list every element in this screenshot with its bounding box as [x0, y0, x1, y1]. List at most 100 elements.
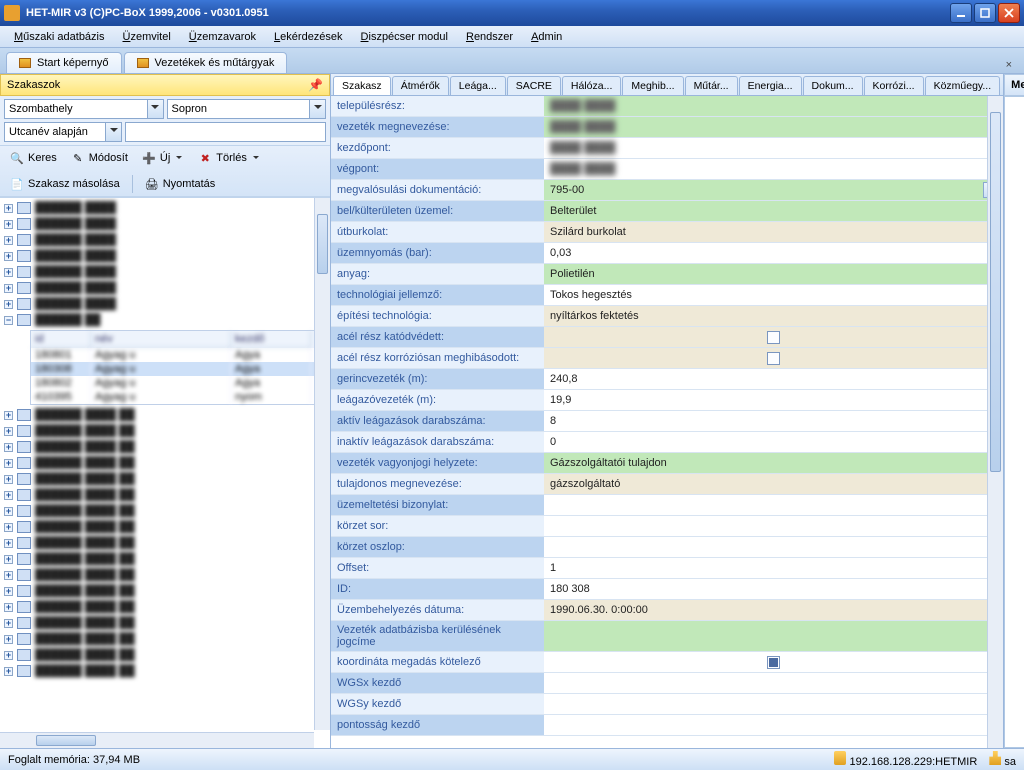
property-value[interactable]: gázszolgáltató — [544, 474, 1003, 495]
chevron-down-icon[interactable] — [251, 151, 261, 165]
tree-node[interactable]: +██████ ████ ██ — [0, 487, 330, 503]
tree-node[interactable]: +██████ ████ ██ — [0, 663, 330, 679]
expand-icon[interactable]: + — [4, 459, 13, 468]
expand-icon[interactable]: + — [4, 603, 13, 612]
tree-node[interactable]: +██████ ████ ██ — [0, 503, 330, 519]
property-value[interactable]: Gázszolgáltatói tulajdon — [544, 453, 1003, 474]
detail-tab[interactable]: Műtár... — [685, 76, 738, 95]
collapse-icon[interactable]: − — [4, 316, 13, 325]
menu-rendszer[interactable]: Rendszer — [458, 29, 521, 45]
expand-icon[interactable]: + — [4, 475, 13, 484]
property-value[interactable]: 240,8 — [544, 369, 1003, 390]
detail-tab[interactable]: Leága... — [450, 76, 506, 95]
modosit-button[interactable]: ✎Módosít — [65, 149, 134, 167]
property-value[interactable]: ████ ████ — [544, 96, 1003, 117]
chevron-down-icon[interactable] — [309, 100, 325, 118]
expand-icon[interactable]: + — [4, 635, 13, 644]
chevron-down-icon[interactable] — [105, 123, 121, 141]
property-value[interactable]: ████ ████ — [544, 138, 1003, 159]
tree-node[interactable]: +██████ ████ ██ — [0, 647, 330, 663]
tree-node[interactable]: +██████ ████ ██ — [0, 567, 330, 583]
tree-node[interactable]: +██████ ████ — [0, 248, 330, 264]
tab-close-icon[interactable]: × — [1000, 57, 1018, 73]
tree-node[interactable]: +██████ ████ — [0, 216, 330, 232]
property-value[interactable] — [544, 694, 1003, 715]
uj-button[interactable]: ➕Új — [136, 149, 190, 167]
property-value[interactable]: Polietilén — [544, 264, 1003, 285]
scroll-thumb[interactable] — [36, 735, 96, 746]
expand-icon[interactable]: + — [4, 587, 13, 596]
tree-node[interactable]: −██████ ██ — [0, 312, 330, 328]
tree-node[interactable]: +██████ ████ ██ — [0, 439, 330, 455]
expand-icon[interactable]: + — [4, 300, 13, 309]
expand-icon[interactable]: + — [4, 443, 13, 452]
menu-uzemvitel[interactable]: Üzemvitel — [115, 29, 179, 45]
menu-muszaki[interactable]: Műszaki adatbázis — [6, 29, 113, 45]
chevron-down-icon[interactable] — [174, 151, 184, 165]
property-value[interactable]: Szilárd burkolat — [544, 222, 1003, 243]
detail-tab[interactable]: Hálóza... — [562, 76, 621, 95]
pin-icon[interactable]: 📌 — [308, 78, 323, 92]
tree-node[interactable]: +██████ ████ ██ — [0, 631, 330, 647]
expand-icon[interactable]: + — [4, 571, 13, 580]
expand-icon[interactable]: + — [4, 204, 13, 213]
menu-diszpecser[interactable]: Diszpécser modul — [353, 29, 456, 45]
tree-node[interactable]: +██████ ████ — [0, 280, 330, 296]
menu-admin[interactable]: Admin — [523, 29, 570, 45]
vertical-scrollbar[interactable] — [987, 96, 1003, 748]
property-value[interactable]: 0 — [544, 432, 1003, 453]
tree-node[interactable]: +██████ ████ — [0, 264, 330, 280]
expand-icon[interactable]: + — [4, 507, 13, 516]
tree-node[interactable]: +██████ ████ ██ — [0, 519, 330, 535]
property-value[interactable] — [544, 495, 1003, 516]
property-value[interactable] — [544, 652, 1003, 673]
expand-icon[interactable]: + — [4, 667, 13, 676]
notes-content[interactable] — [1004, 96, 1024, 748]
tree-node[interactable]: +██████ ████ ██ — [0, 535, 330, 551]
property-value[interactable]: 180 308 — [544, 579, 1003, 600]
property-value[interactable]: Belterület — [544, 201, 1003, 222]
checkbox[interactable] — [767, 352, 780, 365]
detail-tab[interactable]: Szakasz — [333, 76, 391, 95]
expand-icon[interactable]: + — [4, 252, 13, 261]
detail-tab[interactable]: Dokum... — [803, 76, 863, 95]
detail-tab[interactable]: SACRE — [507, 76, 561, 95]
checkbox[interactable] — [767, 331, 780, 344]
tab-start[interactable]: Start képernyő — [6, 52, 122, 73]
property-value[interactable] — [544, 327, 1003, 348]
keres-button[interactable]: 🔍Keres — [4, 149, 63, 167]
expand-icon[interactable]: + — [4, 236, 13, 245]
tree-node[interactable]: +██████ ████ ██ — [0, 583, 330, 599]
section-tree[interactable]: +██████ ████+██████ ████+██████ ████+███… — [0, 197, 330, 748]
expand-icon[interactable]: + — [4, 555, 13, 564]
subgrid-header[interactable]: kezdő — [231, 331, 311, 348]
subgrid-row[interactable]: 180801Agyag uAgya — [31, 348, 329, 362]
property-value[interactable]: 0,03 — [544, 243, 1003, 264]
tree-node[interactable]: +██████ ████ ██ — [0, 551, 330, 567]
filtermode-combo[interactable]: Utcanév alapján — [4, 122, 122, 142]
expand-icon[interactable]: + — [4, 427, 13, 436]
tree-node[interactable]: +██████ ████ ██ — [0, 407, 330, 423]
menu-lekerdezesek[interactable]: Lekérdezések — [266, 29, 351, 45]
property-value[interactable]: ████ ████ — [544, 117, 1003, 138]
property-value[interactable]: ████ ████ — [544, 159, 1003, 180]
subgrid-row[interactable]: 180308Agyag uAgya — [31, 362, 329, 376]
subgrid-header[interactable]: id — [31, 331, 91, 348]
expand-icon[interactable]: + — [4, 619, 13, 628]
property-value[interactable] — [544, 715, 1003, 736]
expand-icon[interactable]: + — [4, 284, 13, 293]
vertical-scrollbar[interactable] — [314, 198, 330, 730]
tree-node[interactable]: +██████ ████ ██ — [0, 615, 330, 631]
expand-icon[interactable]: + — [4, 539, 13, 548]
property-value[interactable]: 1 — [544, 558, 1003, 579]
property-value[interactable]: Tokos hegesztés — [544, 285, 1003, 306]
property-value[interactable] — [544, 537, 1003, 558]
subgrid-header[interactable]: név — [91, 331, 231, 348]
scroll-thumb[interactable] — [317, 214, 328, 274]
tree-node[interactable]: +██████ ████ ██ — [0, 599, 330, 615]
tree-node[interactable]: +██████ ████ ██ — [0, 423, 330, 439]
detail-tab[interactable]: Átmérők — [392, 76, 449, 95]
detail-tab[interactable]: Energia... — [739, 76, 802, 95]
chevron-down-icon[interactable] — [147, 100, 163, 118]
expand-icon[interactable]: + — [4, 268, 13, 277]
